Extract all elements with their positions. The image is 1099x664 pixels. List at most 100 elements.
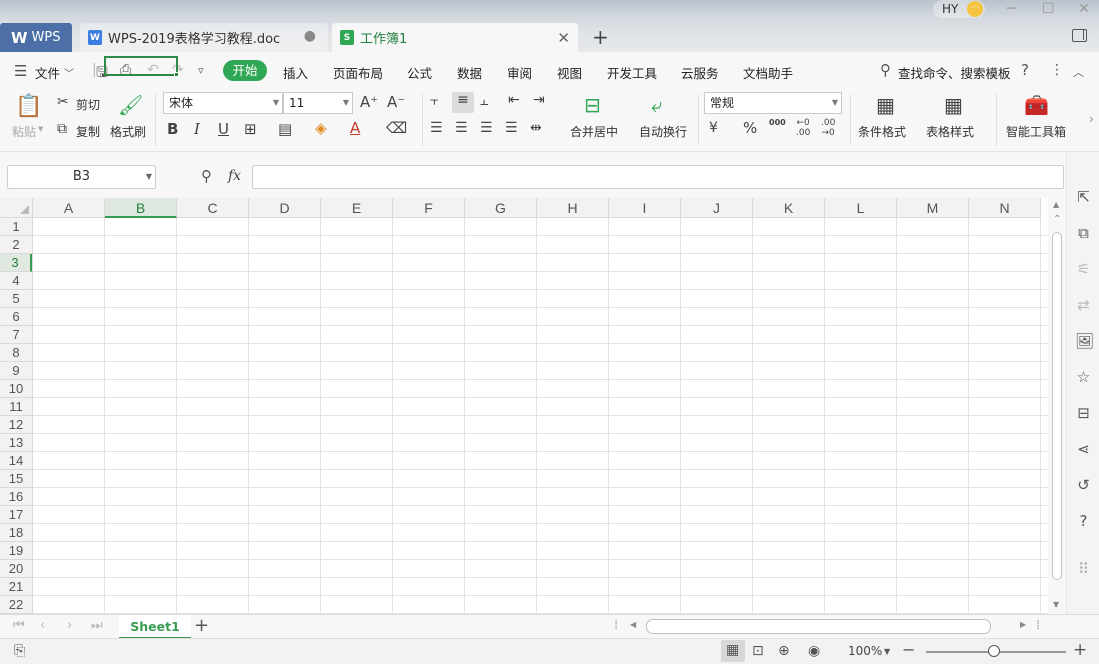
tab-review[interactable]: 审阅 — [507, 63, 532, 82]
row-header-4[interactable]: 4 — [0, 272, 32, 290]
align-middle-icon[interactable]: ≡ — [452, 92, 474, 113]
column-header-e[interactable]: E — [321, 198, 393, 218]
menu-file[interactable]: 文件 — [35, 63, 60, 82]
name-box[interactable]: B3 ▼ — [7, 165, 156, 189]
sidebar-toggle-icon[interactable] — [1072, 29, 1087, 42]
horizontal-scrollbar[interactable]: ◀ ▶ — [628, 619, 1033, 634]
tab-insert[interactable]: 插入 — [283, 63, 308, 82]
align-top-icon[interactable]: ⫟ — [430, 93, 438, 109]
close-icon[interactable]: ✕ — [557, 29, 570, 47]
format-painter-button[interactable]: 格式刷 — [110, 123, 146, 140]
tab-formulas[interactable]: 公式 — [407, 63, 432, 82]
row-header-13[interactable]: 13 — [0, 434, 32, 452]
column-header-l[interactable]: L — [825, 198, 897, 218]
merge-center-icon[interactable]: ⊟ — [584, 93, 601, 117]
column-header-k[interactable]: K — [753, 198, 825, 218]
column-header-f[interactable]: F — [393, 198, 465, 218]
prev-sheet-icon[interactable]: ‹ — [40, 618, 45, 633]
new-tab-button[interactable]: + — [592, 25, 609, 49]
close-window-icon[interactable]: ✕ — [1078, 1, 1090, 17]
align-center-icon[interactable]: ☰ — [455, 120, 468, 136]
tab-start[interactable]: 开始 — [223, 60, 267, 81]
row-header-14[interactable]: 14 — [0, 452, 32, 470]
fill-color-icon[interactable]: ◈ — [315, 119, 327, 137]
decrease-decimal-icon[interactable]: .00 →0 — [821, 118, 835, 138]
chevron-down-icon[interactable]: ▼ — [884, 647, 890, 656]
tab-wps-home[interactable]: W WPS — [0, 23, 72, 52]
scroll-right-icon[interactable]: ▶ — [1020, 620, 1026, 629]
sheet-tab-sheet1[interactable]: Sheet1 — [119, 615, 191, 639]
collapse-ribbon-icon[interactable]: ︿ — [1073, 64, 1084, 80]
scroll-left-icon[interactable]: ◀ — [630, 620, 636, 629]
archive-icon[interactable]: ⊟ — [1075, 404, 1092, 422]
column-header-g[interactable]: G — [465, 198, 537, 218]
font-shrink-icon[interactable]: A⁻ — [387, 93, 405, 111]
eye-protection-icon[interactable]: ◉ — [808, 643, 820, 659]
split-handle[interactable]: ⁞ — [614, 618, 618, 633]
row-header-15[interactable]: 15 — [0, 470, 32, 488]
align-bottom-icon[interactable]: ⫠ — [480, 93, 488, 109]
row-header-20[interactable]: 20 — [0, 560, 32, 578]
column-header-i[interactable]: I — [609, 198, 681, 218]
scroll-top-icon[interactable]: ⌃ — [1053, 214, 1061, 225]
page-break-view-icon[interactable]: ⊡ — [752, 643, 764, 659]
column-header-n[interactable]: N — [969, 198, 1041, 218]
scroll-down-icon[interactable]: ▼ — [1053, 600, 1059, 609]
more-options-icon[interactable]: ⋮ — [1050, 62, 1064, 78]
bold-button[interactable]: B — [167, 120, 178, 138]
row-header-12[interactable]: 12 — [0, 416, 32, 434]
scroll-up-icon[interactable]: ▲ — [1053, 200, 1059, 209]
paste-button[interactable]: 粘贴 — [12, 123, 36, 140]
row-header-11[interactable]: 11 — [0, 398, 32, 416]
font-color-icon[interactable]: A — [350, 119, 360, 137]
row-header-19[interactable]: 19 — [0, 542, 32, 560]
underline-button[interactable]: U — [218, 120, 229, 138]
split-handle[interactable]: ⁞ — [1036, 618, 1040, 633]
format-painter-icon[interactable]: 🖌 — [118, 93, 143, 117]
fill-pattern-icon[interactable]: ▤ — [278, 120, 292, 138]
user-account[interactable]: HY ··· — [933, 0, 985, 18]
column-header-h[interactable]: H — [537, 198, 609, 218]
zoom-search-icon[interactable]: ⚲ — [201, 167, 212, 185]
minimize-icon[interactable]: ─ — [1007, 1, 1015, 17]
cut-button[interactable]: 剪切 — [76, 96, 100, 113]
select-all-corner[interactable] — [0, 198, 33, 218]
column-header-b[interactable]: B — [105, 198, 177, 218]
font-name-select[interactable]: 宋体 ▼ — [163, 92, 283, 114]
number-format-select[interactable]: 常规 ▼ — [704, 92, 842, 114]
row-header-3[interactable]: 3 — [0, 254, 32, 272]
percent-button[interactable]: % — [743, 119, 757, 137]
italic-button[interactable]: I — [194, 120, 200, 138]
fill-handle[interactable] — [174, 72, 179, 77]
vertical-scrollbar[interactable]: ▲ ⌃ ▼ — [1048, 198, 1066, 614]
copy-button[interactable]: 复制 — [76, 123, 100, 140]
row-header-18[interactable]: 18 — [0, 524, 32, 542]
wrap-text-icon[interactable]: ⤶ — [651, 93, 662, 117]
row-header-2[interactable]: 2 — [0, 236, 32, 254]
conditional-format-button[interactable]: 条件格式 — [858, 123, 906, 140]
tab-developer[interactable]: 开发工具 — [607, 63, 657, 82]
column-header-d[interactable]: D — [249, 198, 321, 218]
transfer-icon[interactable]: ⇄ — [1075, 296, 1092, 314]
column-header-a[interactable]: A — [33, 198, 105, 218]
image-gallery-icon[interactable]: 🖼 — [1075, 332, 1094, 350]
tab-doc-assistant[interactable]: 文档助手 — [743, 63, 793, 82]
scroll-thumb[interactable] — [646, 619, 991, 634]
tab-workbook[interactable]: S 工作簿1 ✕ — [332, 23, 578, 52]
share-icon[interactable]: ⋖ — [1075, 440, 1092, 458]
tab-cloud-service[interactable]: 云服务 — [681, 63, 719, 82]
row-header-6[interactable]: 6 — [0, 308, 32, 326]
command-search[interactable]: 查找命令、搜索模板 — [898, 63, 1011, 82]
add-sheet-button[interactable]: + — [194, 615, 209, 636]
zoom-slider-handle[interactable] — [988, 645, 1000, 657]
row-header-8[interactable]: 8 — [0, 344, 32, 362]
help-circle-icon[interactable]: ? — [1075, 512, 1092, 530]
insert-function-button[interactable]: fx — [228, 168, 241, 184]
tab-document[interactable]: W WPS-2019表格学习教程.doc ● — [80, 23, 328, 52]
tab-view[interactable]: 视图 — [557, 63, 582, 82]
macro-record-icon[interactable]: ⎘ — [14, 643, 25, 659]
clear-format-icon[interactable]: ⌫ — [386, 119, 407, 137]
scroll-thumb[interactable] — [1052, 232, 1062, 580]
maximize-icon[interactable]: ☐ — [1042, 1, 1055, 17]
font-size-select[interactable]: 11 ▼ — [283, 92, 353, 114]
